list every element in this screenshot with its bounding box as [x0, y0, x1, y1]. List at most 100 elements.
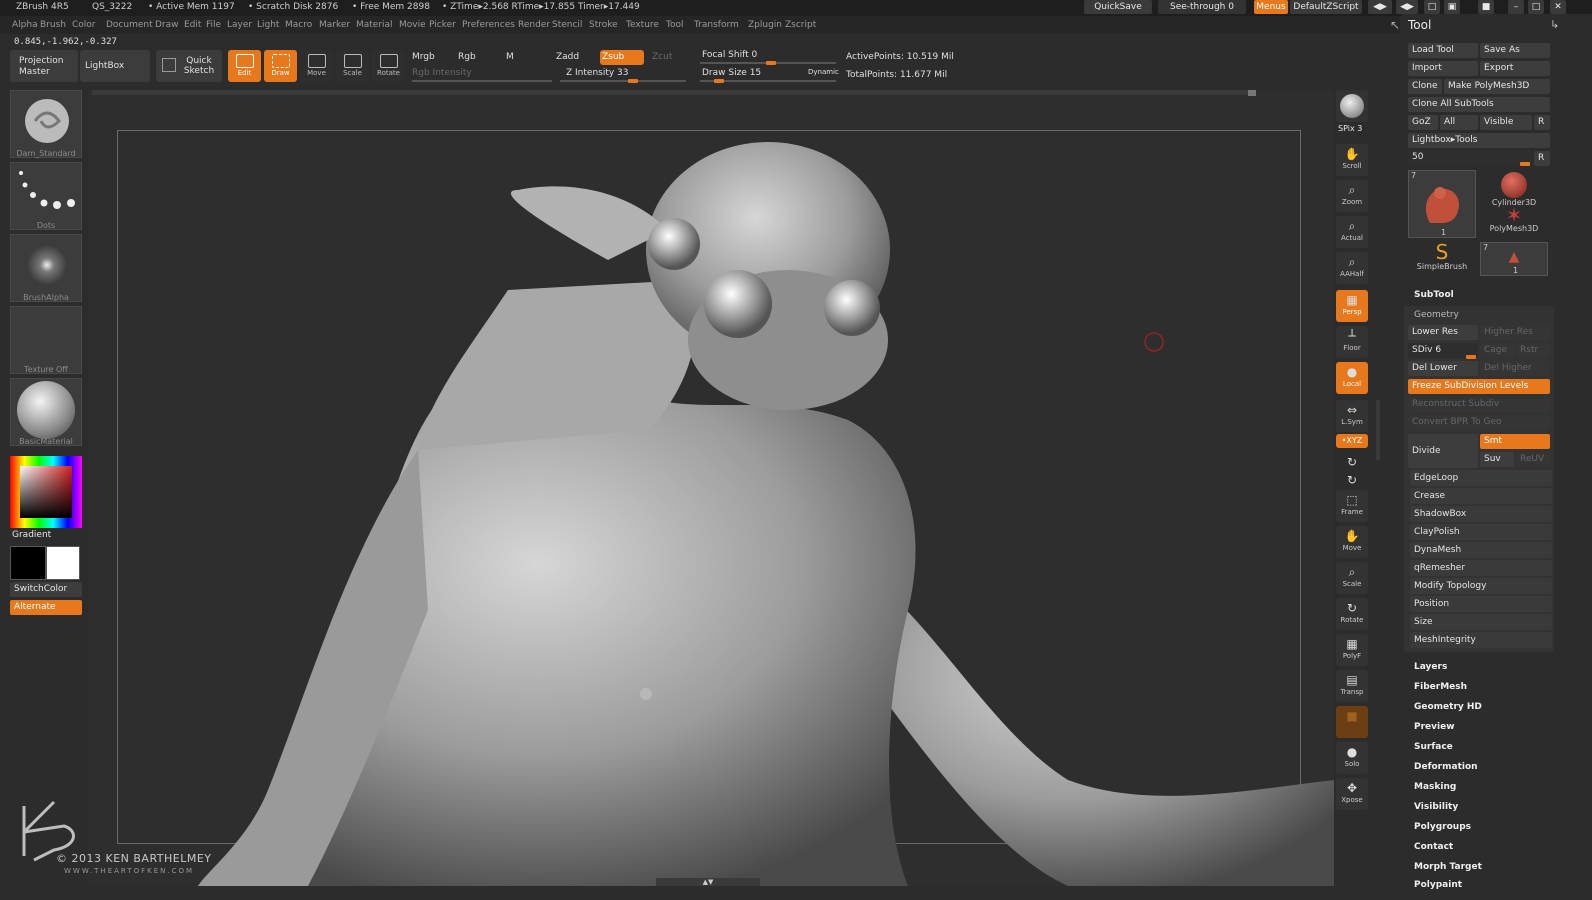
menu-item[interactable]: Layer — [227, 20, 252, 30]
spix-slider[interactable]: SPix 3 — [1338, 124, 1362, 133]
geometry-subitem[interactable]: MeshIntegrity — [1410, 632, 1552, 648]
alternate-button[interactable]: Alternate — [10, 600, 82, 615]
sdiv-handle[interactable] — [1466, 355, 1476, 359]
import-button[interactable]: Import — [1408, 61, 1478, 76]
lightbox-button[interactable]: LightBox — [80, 50, 150, 82]
geometry-subitem[interactable]: Crease — [1410, 488, 1552, 504]
see-through-slider[interactable]: See-through 0 — [1158, 0, 1246, 14]
maximize-icon[interactable]: □ — [1528, 0, 1544, 14]
tool-section[interactable]: Geometry HD — [1414, 702, 1482, 712]
zoom-button[interactable]: ⌕ Zoom — [1336, 180, 1368, 212]
rotate-view-button[interactable]: ↻ Rotate — [1336, 598, 1368, 630]
geometry-subitem[interactable]: EdgeLoop — [1410, 470, 1552, 486]
default-zscript-button[interactable]: DefaultZScript — [1290, 0, 1362, 14]
xyz-button[interactable]: •XYZ — [1336, 434, 1368, 448]
lock-icon[interactable]: ■ — [1478, 0, 1494, 14]
rstr-button[interactable]: Rstr — [1516, 343, 1550, 358]
zadd-button[interactable]: Zadd — [556, 52, 579, 62]
load-tool-button[interactable]: Load Tool — [1408, 43, 1478, 58]
geometry-section[interactable]: Geometry — [1414, 310, 1459, 320]
export-button[interactable]: Export — [1480, 61, 1550, 76]
mrgb-button[interactable]: Mrgb — [412, 52, 435, 62]
clone-all-subtools-button[interactable]: Clone All SubTools — [1408, 97, 1550, 112]
focal-shift-handle[interactable] — [766, 61, 776, 65]
menu-item[interactable]: Render — [518, 20, 550, 30]
tool-size-handle[interactable] — [1520, 162, 1530, 166]
menu-item[interactable]: Document — [106, 20, 153, 30]
menu-item[interactable]: Tool — [666, 20, 683, 30]
move-view-button[interactable]: ✋ Move — [1336, 526, 1368, 558]
zcut-button[interactable]: Zcut — [652, 52, 672, 62]
tool-section[interactable]: Masking — [1414, 782, 1456, 792]
move-mode-button[interactable]: Move — [300, 50, 333, 82]
draw-mode-button[interactable]: Draw — [264, 50, 297, 82]
gradient-label[interactable]: Gradient — [12, 530, 51, 540]
switchcolor-button[interactable]: SwitchColor — [10, 582, 82, 597]
menu-item[interactable]: Stencil — [552, 20, 582, 30]
menu-item[interactable]: Material — [356, 20, 393, 30]
frame-button[interactable]: ⬚ Frame — [1336, 490, 1368, 522]
menu-item[interactable]: Edit — [184, 20, 201, 30]
right-tray-handle[interactable] — [1376, 400, 1380, 460]
aahalf-button[interactable]: ⌕ AAHalf — [1336, 252, 1368, 284]
del-higher-button[interactable]: Del Higher — [1480, 361, 1550, 376]
bpr-button[interactable] — [1336, 90, 1368, 122]
goz-button[interactable]: GoZ — [1408, 115, 1438, 130]
texture-thumbnail[interactable]: Texture Off — [10, 306, 82, 374]
menu-item[interactable]: Draw — [155, 20, 179, 30]
brush-thumbnail[interactable]: Dam_Standard — [10, 90, 82, 158]
current-tool-thumbnail[interactable]: 7 1 — [1408, 170, 1476, 238]
menu-item[interactable]: Stroke — [589, 20, 618, 30]
geometry-subitem[interactable]: Position — [1410, 596, 1552, 612]
tool-size-slider[interactable]: 50 — [1408, 150, 1532, 165]
stroke-thumbnail[interactable]: Dots — [10, 162, 82, 230]
menu-item[interactable]: Zplugin — [748, 20, 782, 30]
persp-button[interactable]: ▦ Persp — [1336, 290, 1368, 322]
edit-mode-button[interactable]: Edit — [228, 50, 261, 82]
menu-item[interactable]: Brush — [40, 20, 66, 30]
focal-shift-slider[interactable]: Focal Shift 0 — [702, 50, 757, 60]
lsym-button[interactable]: ⇔ L.Sym — [1336, 400, 1368, 432]
tool-size-r-button[interactable]: R — [1534, 151, 1550, 166]
transp-button[interactable]: ▤ Transp — [1336, 670, 1368, 702]
freeze-subdivision-button[interactable]: Freeze SubDivision Levels — [1408, 379, 1550, 394]
tool-section[interactable]: Preview — [1414, 722, 1455, 732]
bottom-tray-toggle-icon[interactable]: ▲▼ — [656, 878, 760, 886]
suv-toggle[interactable]: Suv — [1480, 452, 1514, 467]
make-polymesh-button[interactable]: Make PolyMesh3D — [1444, 79, 1550, 94]
convert-bpr-button[interactable]: Convert BPR To Geo — [1408, 415, 1550, 430]
menu-item[interactable]: Movie — [399, 20, 426, 30]
solo-button[interactable]: ● Solo — [1336, 742, 1368, 774]
window-icon-2[interactable]: ▣ — [1444, 0, 1460, 14]
tool-palette-icon[interactable]: ↖ — [1390, 18, 1400, 32]
scale-view-button[interactable]: ⌕ Scale — [1336, 562, 1368, 594]
xpose-button[interactable]: ✥ Xpose — [1336, 778, 1368, 810]
rgb-intensity-slider[interactable]: Rgb Intensity — [412, 68, 472, 78]
scroll-button[interactable]: ✋ Scroll — [1336, 144, 1368, 176]
material-thumbnail[interactable]: BasicMaterial — [10, 378, 82, 446]
color-picker[interactable] — [10, 456, 82, 528]
clone-button[interactable]: Clone — [1408, 79, 1442, 94]
z-axis-rotate-icon[interactable]: ↻ — [1336, 470, 1368, 487]
menu-item[interactable]: Picker — [429, 20, 456, 30]
geometry-subitem[interactable]: Size — [1410, 614, 1552, 630]
close-icon[interactable]: ✕ — [1550, 0, 1566, 14]
tool-section[interactable]: Layers — [1414, 662, 1447, 672]
z-intensity-handle[interactable] — [628, 79, 638, 83]
cage-button[interactable]: Cage — [1480, 343, 1514, 358]
menu-item[interactable]: Light — [257, 20, 279, 30]
tool-palette-title[interactable]: Tool — [1408, 18, 1431, 32]
geometry-subitem[interactable]: qRemesher — [1410, 560, 1552, 576]
scale-mode-button[interactable]: Scale — [336, 50, 369, 82]
goz-r-button[interactable]: R — [1534, 115, 1550, 130]
rotate-mode-button[interactable]: Rotate — [372, 50, 405, 82]
tool-section[interactable]: Polypaint — [1414, 880, 1462, 890]
reuv-button[interactable]: ReUV — [1516, 452, 1550, 467]
tool-section[interactable]: Polygroups — [1414, 822, 1471, 832]
menu-item[interactable]: Zscript — [785, 20, 816, 30]
geometry-subitem[interactable]: Modify Topology — [1410, 578, 1552, 594]
main-color-swatch[interactable] — [46, 546, 80, 580]
secondary-color-swatch[interactable] — [10, 546, 46, 580]
reconstruct-subdiv-button[interactable]: Reconstruct Subdiv — [1408, 397, 1550, 412]
menu-item[interactable]: Alpha — [12, 20, 38, 30]
